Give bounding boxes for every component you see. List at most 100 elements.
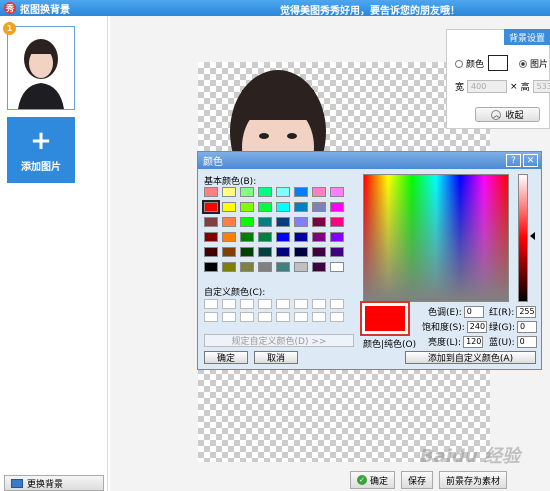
width-field[interactable]: 400 <box>467 80 508 93</box>
basic-color-swatch[interactable] <box>312 217 326 227</box>
basic-color-swatch[interactable] <box>276 217 290 227</box>
basic-color-swatch[interactable] <box>202 200 220 214</box>
luminance-arrow-icon[interactable] <box>530 232 535 240</box>
basic-color-swatch[interactable] <box>276 202 290 212</box>
save-foreground-as-material-button[interactable]: 前景存为素材 <box>439 471 508 489</box>
custom-color-swatch[interactable] <box>294 299 308 309</box>
custom-color-swatch[interactable] <box>204 312 218 322</box>
basic-color-swatch[interactable] <box>204 232 218 242</box>
change-background-button[interactable]: 更换背景 <box>4 475 104 491</box>
change-background-label: 更换背景 <box>27 479 64 490</box>
custom-color-swatch[interactable] <box>204 299 218 309</box>
basic-color-swatch[interactable] <box>276 187 290 197</box>
basic-color-swatch[interactable] <box>258 187 272 197</box>
custom-color-swatch[interactable] <box>240 312 254 322</box>
basic-color-swatch[interactable] <box>258 202 272 212</box>
custom-color-swatch[interactable] <box>258 312 272 322</box>
basic-color-swatch[interactable] <box>294 202 308 212</box>
custom-color-swatch[interactable] <box>330 312 344 322</box>
ok-button[interactable]: 确定 <box>204 351 248 364</box>
basic-color-swatch[interactable] <box>294 232 308 242</box>
basic-color-swatch[interactable] <box>276 247 290 257</box>
basic-color-swatch[interactable] <box>204 262 218 272</box>
basic-color-swatch[interactable] <box>222 262 236 272</box>
photo-thumbnail[interactable]: 1 <box>3 22 75 110</box>
basic-color-swatch[interactable] <box>258 247 272 257</box>
basic-color-swatch[interactable] <box>312 232 326 242</box>
bottom-action-bar: ✓ 确定 保存 前景存为素材 <box>350 471 508 489</box>
basic-color-swatch[interactable] <box>222 217 236 227</box>
custom-color-swatch[interactable] <box>312 312 326 322</box>
basic-color-swatch[interactable] <box>258 217 272 227</box>
red-input[interactable]: 255 <box>516 305 537 318</box>
confirm-button[interactable]: ✓ 确定 <box>350 471 396 489</box>
background-color-swatch[interactable] <box>488 55 508 71</box>
save-button[interactable]: 保存 <box>401 471 434 489</box>
blue-input[interactable]: 0 <box>516 335 537 348</box>
basic-color-swatch[interactable] <box>204 247 218 257</box>
luminance-slider[interactable] <box>518 174 528 302</box>
basic-color-swatch[interactable] <box>240 217 254 227</box>
basic-color-swatch[interactable] <box>222 187 236 197</box>
help-button[interactable]: ? <box>506 154 521 167</box>
color-radio[interactable] <box>455 59 463 68</box>
size-row: 宽 400 × 高 533 <box>455 80 550 93</box>
basic-color-swatch[interactable] <box>222 202 236 212</box>
custom-color-swatch[interactable] <box>294 312 308 322</box>
green-input[interactable]: 0 <box>517 320 538 333</box>
custom-color-swatch[interactable] <box>258 299 272 309</box>
basic-color-swatch[interactable] <box>294 217 308 227</box>
cancel-button[interactable]: 取消 <box>254 351 298 364</box>
custom-color-swatch[interactable] <box>312 299 326 309</box>
color-spectrum[interactable] <box>363 174 509 302</box>
basic-color-swatch[interactable] <box>240 202 254 212</box>
confirm-label: 确定 <box>370 476 389 487</box>
basic-color-swatch[interactable] <box>240 262 254 272</box>
basic-color-swatch[interactable] <box>312 262 326 272</box>
basic-color-swatch[interactable] <box>330 217 344 227</box>
custom-color-swatch[interactable] <box>276 299 290 309</box>
basic-color-swatch[interactable] <box>240 187 254 197</box>
basic-color-swatch[interactable] <box>312 187 326 197</box>
tab-background-settings[interactable]: 背景设置 <box>504 29 550 45</box>
saturation-input[interactable]: 240 <box>466 320 487 333</box>
custom-color-swatch[interactable] <box>240 299 254 309</box>
basic-color-swatch[interactable] <box>276 262 290 272</box>
custom-color-swatch[interactable] <box>222 299 236 309</box>
collapse-button[interactable]: ︿ 收起 <box>475 107 540 122</box>
basic-color-swatch[interactable] <box>258 262 272 272</box>
basic-color-swatch[interactable] <box>204 187 218 197</box>
basic-color-swatch[interactable] <box>204 217 218 227</box>
basic-color-swatch[interactable] <box>330 187 344 197</box>
color-option[interactable]: 颜色 <box>455 57 484 70</box>
basic-color-swatch[interactable] <box>222 247 236 257</box>
basic-color-swatch[interactable] <box>240 247 254 257</box>
custom-color-swatch[interactable] <box>222 312 236 322</box>
basic-color-swatch[interactable] <box>294 187 308 197</box>
hue-input[interactable]: 0 <box>463 305 484 318</box>
luminance-input[interactable]: 120 <box>463 335 484 348</box>
custom-color-swatch[interactable] <box>330 299 344 309</box>
basic-color-swatch[interactable] <box>330 232 344 242</box>
basic-color-swatch[interactable] <box>330 202 344 212</box>
slogan-link[interactable]: 觉得美图秀秀好用，要告诉您的朋友哦！ <box>280 2 460 17</box>
basic-color-swatch[interactable] <box>222 232 236 242</box>
add-photo-button[interactable]: + 添加图片 <box>7 117 75 183</box>
background-icon <box>11 479 23 488</box>
basic-color-swatch[interactable] <box>312 247 326 257</box>
height-field[interactable]: 533 <box>532 80 550 93</box>
basic-color-swatch[interactable] <box>240 232 254 242</box>
basic-color-swatch[interactable] <box>258 232 272 242</box>
basic-color-swatch[interactable] <box>330 262 344 272</box>
basic-color-swatch[interactable] <box>294 262 308 272</box>
basic-color-swatch[interactable] <box>312 202 326 212</box>
custom-color-swatch[interactable] <box>276 312 290 322</box>
color-dialog: 颜色 ? ✕ 基本颜色(B): 自定义颜色(C): 规定自定义颜色(D) >> … <box>197 151 542 370</box>
basic-color-swatch[interactable] <box>294 247 308 257</box>
close-button[interactable]: ✕ <box>523 154 538 167</box>
basic-color-swatch[interactable] <box>330 247 344 257</box>
picture-option[interactable]: 图片 <box>519 57 548 70</box>
basic-color-swatch[interactable] <box>276 232 290 242</box>
picture-radio[interactable] <box>519 59 527 68</box>
add-to-custom-colors-button[interactable]: 添加到自定义颜色(A) <box>405 351 536 364</box>
